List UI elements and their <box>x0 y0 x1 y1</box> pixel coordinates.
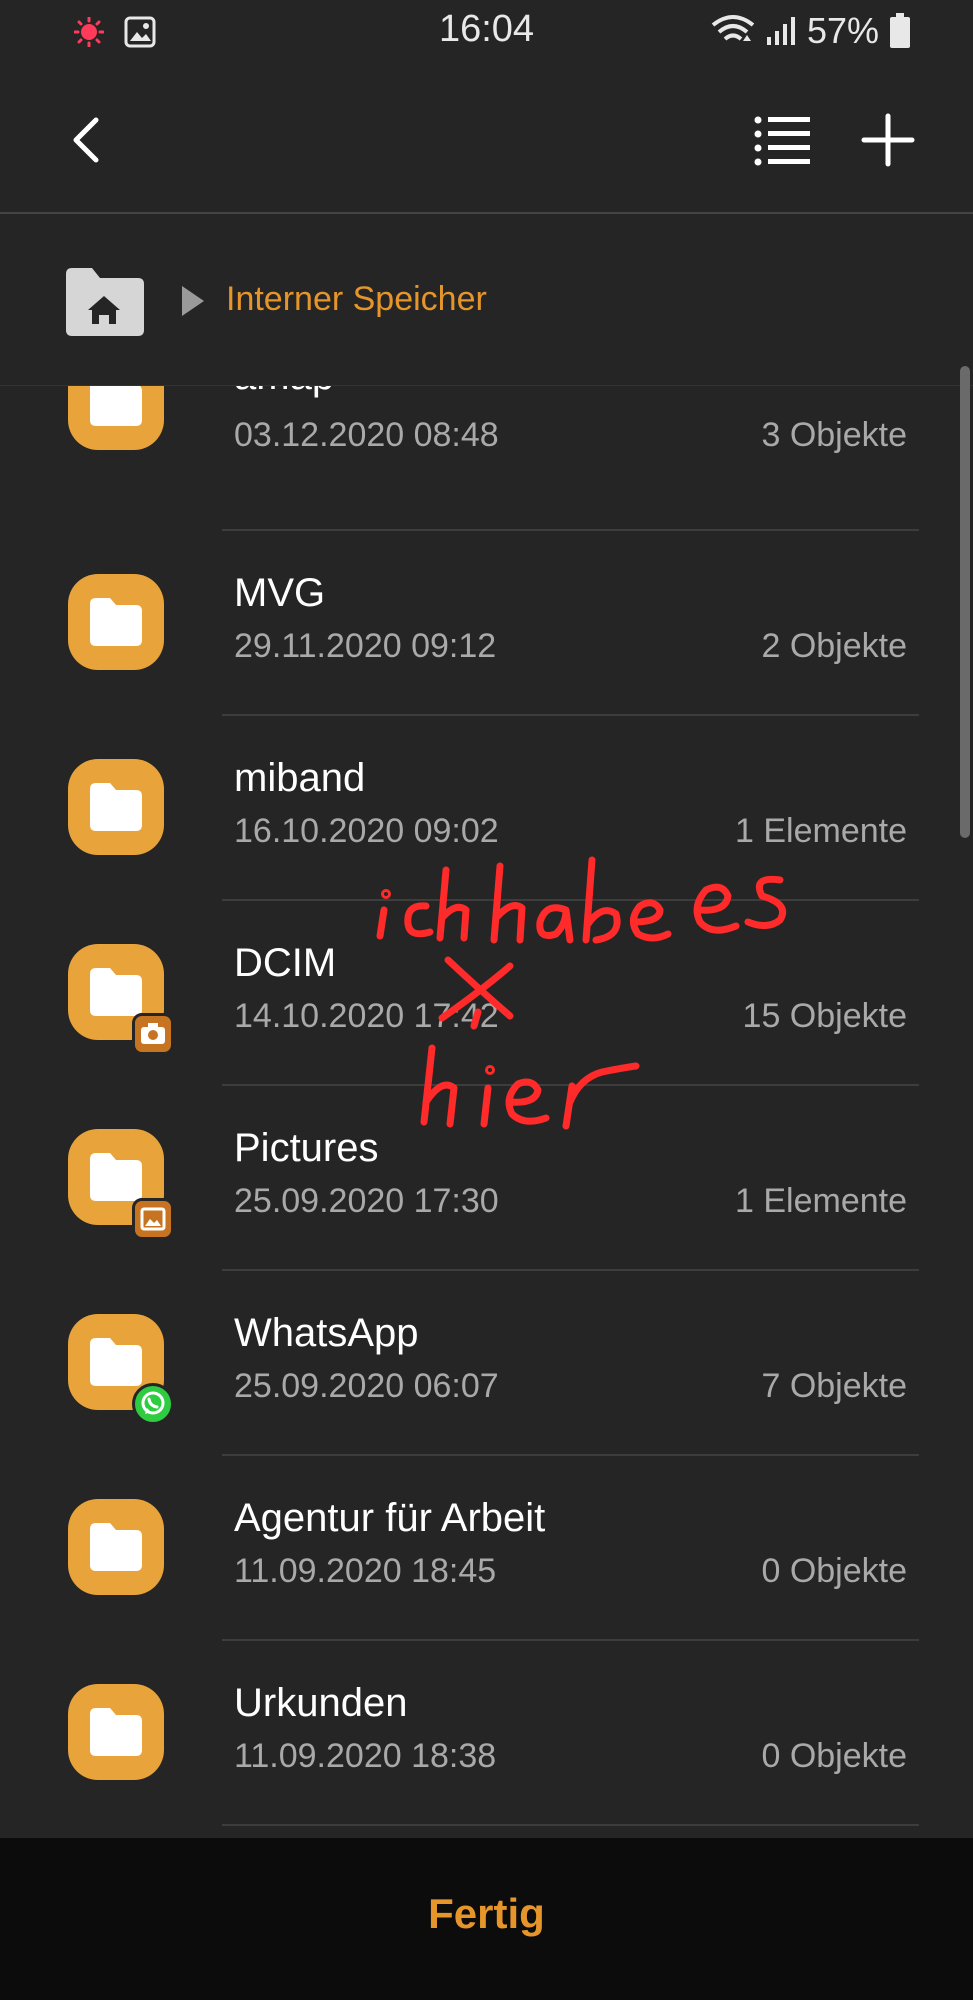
list-view-icon <box>754 116 810 166</box>
handwritten-annotation <box>376 856 787 1130</box>
folder-date: 11.09.2020 18:38 <box>234 1737 497 1775</box>
folder-name: Urkunden <box>234 1681 408 1725</box>
folder-name: WhatsApp <box>234 1311 419 1355</box>
scrollbar-thumb[interactable] <box>960 366 970 838</box>
folder-count: 2 Objekte <box>761 627 907 665</box>
list-item[interactable]: Agentur für Arbeit 11.09.2020 18:45 0 Ob… <box>0 1456 973 1641</box>
folder-icon <box>68 1499 164 1595</box>
folder-icon <box>68 574 164 670</box>
folder-name: MVG <box>234 571 326 615</box>
home-folder-button[interactable] <box>62 266 146 338</box>
folder-icon <box>68 1684 164 1780</box>
status-right-icons: 57% <box>711 10 911 52</box>
list-item[interactable]: MVG 29.11.2020 09:12 2 Objekte <box>0 531 973 716</box>
folder-icon <box>68 386 164 450</box>
home-folder-icon <box>66 268 144 336</box>
breadcrumb-current[interactable]: Interner Speicher <box>226 280 487 319</box>
folder-count: 7 Objekte <box>761 1367 907 1405</box>
folder-date: 03.12.2020 08:48 <box>234 416 499 454</box>
whatsapp-icon <box>132 1383 174 1425</box>
list-item[interactable]: Urkunden 11.09.2020 18:38 0 Objekte <box>0 1641 973 1826</box>
bottom-bar: Fertig <box>0 1838 973 2000</box>
folder-date: 29.11.2020 09:12 <box>234 627 497 665</box>
list-view-button[interactable] <box>752 112 812 168</box>
folder-name: Pictures <box>234 1126 379 1170</box>
camera-icon <box>132 1013 174 1055</box>
image-icon <box>132 1198 174 1240</box>
back-button[interactable] <box>60 110 120 170</box>
folder-icon <box>68 759 164 855</box>
add-icon <box>861 113 915 167</box>
folder-count: 3 Objekte <box>761 416 907 454</box>
folder-count: 0 Objekte <box>761 1552 907 1590</box>
folder-name: amap <box>234 386 334 399</box>
back-arrow-icon <box>73 117 99 163</box>
wifi-icon <box>711 15 755 41</box>
signal-icon <box>766 17 795 45</box>
status-bar: 16:04 57% <box>0 0 973 66</box>
breadcrumb-arrow-icon <box>182 286 204 316</box>
list-item[interactable]: WhatsApp 25.09.2020 06:07 7 Objekte <box>0 1271 973 1456</box>
done-button[interactable]: Fertig <box>0 1890 973 1938</box>
folder-name: DCIM <box>234 941 337 985</box>
add-button[interactable] <box>858 110 918 170</box>
app-bar <box>0 66 973 214</box>
folder-date: 25.09.2020 17:30 <box>234 1182 499 1220</box>
list-item[interactable]: amap 03.12.2020 08:48 3 Objekte <box>0 386 973 531</box>
folder-date: 25.09.2020 06:07 <box>234 1367 499 1405</box>
folder-count: 1 Elemente <box>735 1182 907 1220</box>
battery-icon <box>890 13 910 48</box>
battery-percent: 57% <box>806 10 879 51</box>
folder-name: Agentur für Arbeit <box>234 1496 546 1540</box>
folder-name: miband <box>234 756 366 800</box>
folder-count: 0 Objekte <box>761 1737 907 1775</box>
folder-date: 11.09.2020 18:45 <box>234 1552 497 1590</box>
row-divider <box>222 1824 919 1826</box>
